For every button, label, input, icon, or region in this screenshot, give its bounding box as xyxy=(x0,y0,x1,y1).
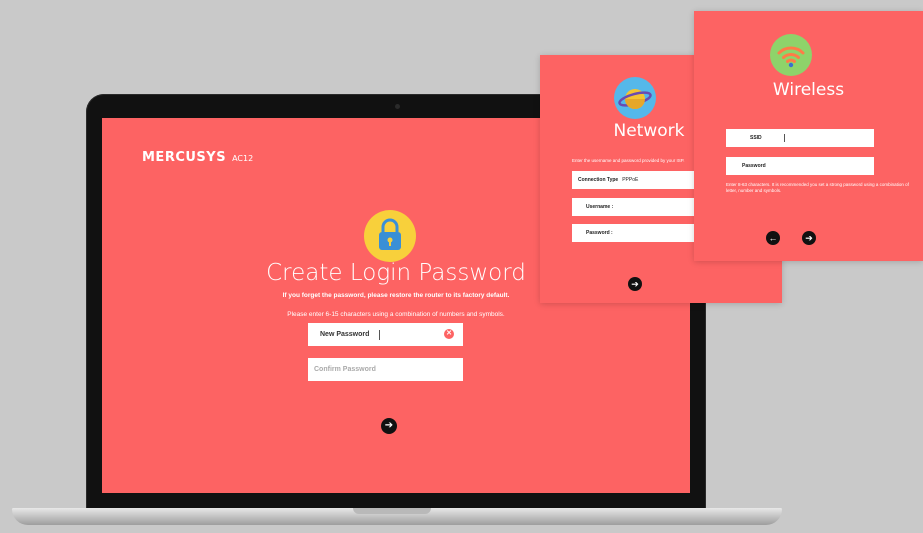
laptop-notch xyxy=(353,508,431,514)
webcam xyxy=(395,104,400,109)
confirm-password-field[interactable]: Confirm Password xyxy=(308,358,463,381)
clear-icon[interactable]: ✕ xyxy=(444,329,454,339)
brand-name: MERCUSYS xyxy=(142,150,227,165)
arrow-right-icon: ➔ xyxy=(384,420,394,431)
text-cursor xyxy=(783,134,785,142)
ssid-field[interactable]: SSID xyxy=(726,129,874,147)
brand-model: AC12 xyxy=(232,154,254,163)
next-button[interactable]: ➔ xyxy=(381,418,397,434)
laptop-base xyxy=(12,508,782,525)
wireless-hint: Enter 8-63 characters. It is recommended… xyxy=(726,182,909,193)
new-password-label: New Password xyxy=(320,331,370,338)
network-password-label: Password : xyxy=(586,230,613,236)
network-next-button[interactable]: ➔ xyxy=(628,277,642,291)
wireless-title: Wireless xyxy=(772,80,845,100)
arrow-right-icon: ➔ xyxy=(631,279,639,289)
password-hint: Please enter 6-15 characters using a com… xyxy=(287,311,505,318)
username-label: Username : xyxy=(586,204,614,210)
wireless-password-field[interactable]: Password xyxy=(726,157,874,175)
connection-type-label: Connection Type xyxy=(578,177,619,183)
ssid-label: SSID xyxy=(750,135,762,141)
arrow-right-icon: ➔ xyxy=(805,233,813,243)
wireless-panel: Wireless SSID Password Enter 8-63 charac… xyxy=(694,11,923,261)
brand-logo: MERCUSYS AC12 xyxy=(142,150,253,165)
wifi-icon xyxy=(770,34,812,76)
wireless-next-button[interactable]: ➔ xyxy=(802,231,816,245)
connection-type-value: PPPoE xyxy=(622,177,639,183)
arrow-left-icon: ← xyxy=(768,233,778,243)
lock-icon xyxy=(364,210,416,262)
confirm-password-placeholder: Confirm Password xyxy=(314,366,376,373)
wireless-password-label: Password xyxy=(742,163,766,169)
globe-icon xyxy=(614,77,656,119)
text-cursor xyxy=(379,329,381,340)
new-password-field[interactable]: New Password ✕ xyxy=(308,323,463,346)
wireless-back-button[interactable]: ← xyxy=(766,231,780,245)
